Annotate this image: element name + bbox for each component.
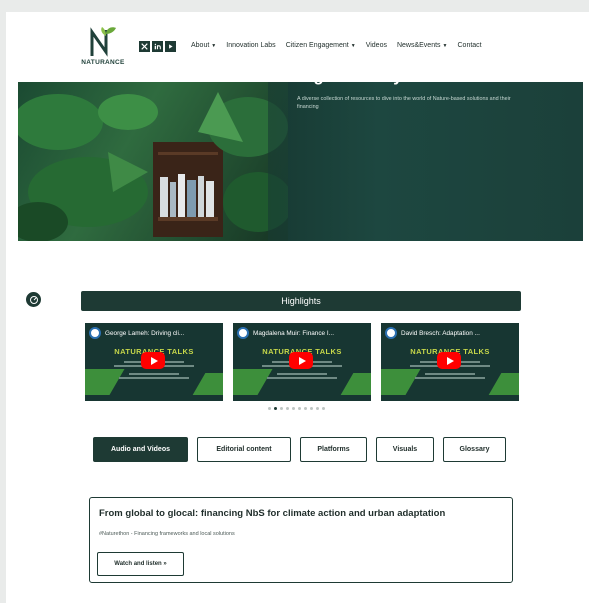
watch-and-listen-button[interactable]: Watch and listen »	[97, 552, 184, 576]
nav-item-contact[interactable]: Contact	[458, 42, 482, 49]
hero-image	[18, 82, 288, 241]
nav-label: Citizen Engagement	[285, 42, 349, 49]
play-icon[interactable]	[289, 352, 313, 369]
nav-item-about[interactable]: About ▼	[191, 42, 216, 49]
video-card-header: David Bresch: Adaptation ...	[381, 323, 519, 343]
nav-item-videos[interactable]: Videos	[366, 42, 387, 49]
play-icon[interactable]	[141, 352, 165, 369]
chevron-down-icon: ▼	[350, 42, 356, 49]
carousel-dots	[268, 407, 325, 410]
chevron-down-icon: ▼	[211, 42, 217, 49]
channel-avatar	[385, 327, 397, 339]
tab-editorial-content[interactable]: Editorial content	[197, 437, 291, 462]
carousel-dot[interactable]	[310, 407, 313, 410]
carousel-dot[interactable]	[268, 407, 271, 410]
video-title: David Bresch: Adaptation ...	[401, 329, 480, 337]
video-card[interactable]: David Bresch: Adaptation ... NATURANCE T…	[381, 323, 519, 401]
carousel-dot[interactable]	[286, 407, 289, 410]
video-card[interactable]: George Lameh: Driving cli... NATURANCE T…	[85, 323, 223, 401]
video-title: George Lameh: Driving cli...	[105, 329, 185, 337]
nav-label: Contact	[457, 42, 482, 49]
carousel-dot[interactable]	[304, 407, 307, 410]
youtube-icon[interactable]	[165, 41, 176, 52]
tab-platforms[interactable]: Platforms	[300, 437, 367, 462]
carousel-dot[interactable]	[316, 407, 319, 410]
content-tabs: Audio and Videos Editorial content Platf…	[93, 437, 506, 462]
logo-text: NATURANCE	[81, 59, 125, 66]
highlights-heading: Highlights	[81, 291, 521, 311]
channel-avatar	[237, 327, 249, 339]
nav-label: Innovation Labs	[226, 42, 276, 49]
video-card[interactable]: Magdalena Muir: Finance I... NATURANCE T…	[233, 323, 371, 401]
video-title: Magdalena Muir: Finance I...	[253, 329, 334, 337]
x-icon[interactable]	[139, 41, 150, 52]
featured-resource-title: From global to glocal: financing NbS for…	[99, 508, 446, 519]
carousel-dot[interactable]	[292, 407, 295, 410]
channel-avatar	[89, 327, 101, 339]
nav-item-innovation-labs[interactable]: Innovation Labs	[226, 42, 275, 49]
page: NATURANCE About ▼ Innovation Labs Citizen…	[6, 12, 589, 603]
nav-label: About	[191, 42, 210, 49]
tab-glossary[interactable]: Glossary	[443, 437, 506, 462]
nav-label: News&Events	[396, 42, 441, 49]
social-links	[139, 41, 176, 52]
featured-resource-card: From global to glocal: financing NbS for…	[89, 497, 513, 583]
featured-resource-subtitle: #Naturethon - Financing frameworks and l…	[99, 531, 235, 537]
carousel-dot[interactable]	[274, 407, 277, 410]
video-card-header: Magdalena Muir: Finance I...	[233, 323, 371, 343]
nav-label: Videos	[365, 42, 387, 49]
gauge-icon	[29, 295, 38, 304]
video-card-header: George Lameh: Driving cli...	[85, 323, 223, 343]
nav-item-citizen-engagement[interactable]: Citizen Engagement ▼	[286, 42, 356, 49]
tab-audio-and-videos[interactable]: Audio and Videos	[93, 437, 188, 462]
tab-visuals[interactable]: Visuals	[376, 437, 434, 462]
main-nav: About ▼ Innovation Labs Citizen Engagemen…	[191, 42, 482, 49]
chevron-down-icon: ▼	[442, 42, 448, 49]
hero-subtitle: A diverse collection of resources to div…	[297, 96, 511, 110]
carousel-dot[interactable]	[298, 407, 301, 410]
nav-item-news-events[interactable]: News&Events ▼	[397, 42, 448, 49]
naturance-logo-mark	[90, 27, 116, 57]
play-icon[interactable]	[437, 352, 461, 369]
page-title: Digital library	[297, 67, 403, 85]
accessibility-button[interactable]	[26, 292, 41, 307]
carousel-dot[interactable]	[280, 407, 283, 410]
linkedin-icon[interactable]	[152, 41, 163, 52]
naturance-logo[interactable]: NATURANCE	[78, 26, 128, 72]
carousel-dot[interactable]	[322, 407, 325, 410]
